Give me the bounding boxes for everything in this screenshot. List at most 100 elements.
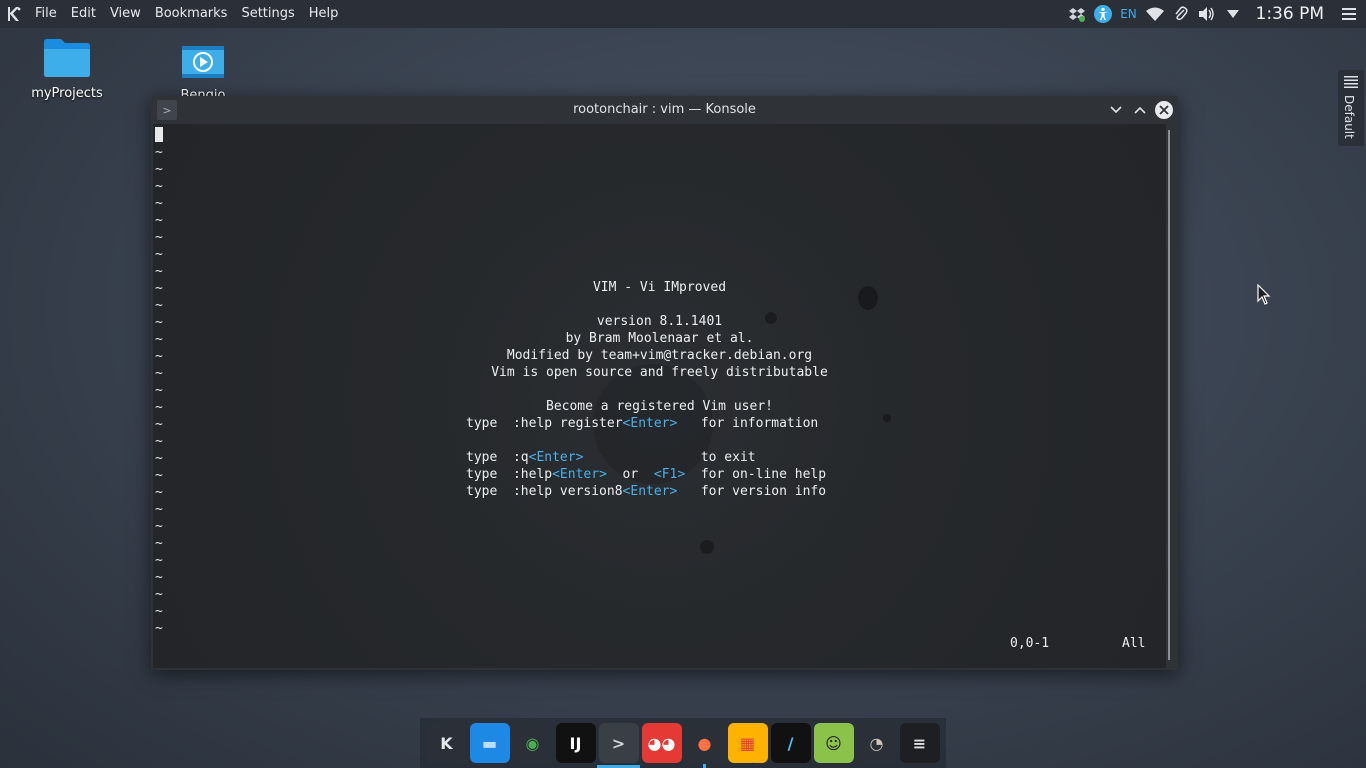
minimize-button[interactable] (1106, 100, 1126, 120)
menubar: File Edit View Bookmarks Settings Help (28, 0, 345, 28)
mouse-pointer-icon (1257, 284, 1271, 305)
chevron-up-icon (1134, 106, 1146, 114)
terminal-view[interactable]: ~ ~ ~ ~ ~ ~ ~ ~ ~ ~ ~ ~ ~ ~ ~ ~ ~ ~ ~ ~ ~ ~ ~ ~ ~ ~ ~ ~ ~ VIM - Vi I… (153, 124, 1166, 668)
terminal-scrollbar[interactable] (1168, 130, 1170, 660)
tilde-marker: ~ (155, 570, 163, 585)
tilde-marker: ~ (155, 264, 163, 279)
menu-settings[interactable]: Settings (234, 0, 301, 28)
activity-panel-tab[interactable]: Default (1338, 70, 1364, 146)
tiles-icon[interactable]: ▦ (727, 723, 768, 763)
tilde-marker: ~ (155, 417, 163, 432)
tilde-marker: ~ (155, 179, 163, 194)
vim-splash-author: by Bram Moolenaar et al. (565, 331, 754, 346)
files-icon[interactable]: ▬ (469, 723, 510, 763)
help-type-word: type (466, 416, 498, 431)
help-key: <F1> (653, 467, 686, 482)
menu-file[interactable]: File (28, 0, 64, 28)
window-titlebar[interactable]: > rootonchair : vim — Konsole (151, 96, 1178, 124)
top-panel: File Edit View Bookmarks Settings Help E… (0, 0, 1366, 28)
clock[interactable]: 1:36 PM (1256, 4, 1325, 24)
running-task-indicator (703, 764, 706, 768)
help-type-word: type (466, 450, 498, 465)
tilde-marker: ~ (155, 230, 163, 245)
chrome-icon[interactable]: ◉ (512, 723, 553, 763)
frog-icon[interactable]: ☺ (813, 723, 854, 763)
help-gap (677, 416, 700, 431)
help-description: for on-line help (700, 467, 827, 482)
close-button[interactable] (1155, 101, 1173, 119)
pen-icon[interactable]: / (770, 723, 811, 763)
menu-edit[interactable]: Edit (64, 0, 103, 28)
tilde-marker: ~ (155, 247, 163, 262)
help-or: or (606, 467, 654, 482)
paperclip-icon[interactable] (1170, 3, 1192, 25)
tilde-marker: ~ (155, 162, 163, 177)
help-key: <Enter> (552, 467, 607, 482)
desktop-icon-bengio[interactable]: Bengio (158, 44, 248, 96)
terminal-icon[interactable]: > (598, 723, 639, 763)
vim-splash-version: version 8.1.1401 (596, 314, 723, 329)
help-gap (677, 484, 700, 499)
tilde-marker: ~ (155, 621, 163, 636)
tilde-marker: ~ (155, 604, 163, 619)
background-splatter (700, 540, 714, 554)
text-cursor (155, 127, 163, 142)
help-command: :help register (512, 416, 623, 431)
vim-scroll-indicator: All (1122, 636, 1146, 651)
chevron-down-icon (1110, 106, 1122, 114)
vim-help-line: type :help register<Enter> for informati… (466, 415, 818, 432)
tilde-marker: ~ (155, 298, 163, 313)
settings-sliders-icon[interactable]: ≡ (899, 723, 940, 763)
menu-bookmarks[interactable]: Bookmarks (148, 0, 235, 28)
tilde-marker: ~ (155, 451, 163, 466)
task-manager-dock: K ▬ ◉ IJ > ◕◕ ● ▦ / ☺ ◔ ≡ (420, 718, 946, 768)
help-gap (685, 467, 701, 482)
help-command: :help (512, 467, 553, 482)
gimp-icon[interactable]: ◔ (856, 723, 897, 763)
help-command: :q (512, 450, 529, 465)
desktop-icon-label: Bengio (180, 88, 226, 96)
video-file-icon (182, 46, 224, 78)
vim-help-line: type :help version8<Enter> for version i… (466, 483, 826, 500)
help-type-word: type (466, 467, 498, 482)
firefox-icon[interactable]: ● (684, 723, 725, 763)
vim-splash-license: Vim is open source and freely distributa… (491, 365, 828, 380)
vim-splash-modified: Modified by team+vim@tracker.debian.org (506, 348, 813, 363)
background-splatter (883, 414, 891, 422)
ghost-icon[interactable]: ◕◕ (641, 723, 682, 763)
activity-label: Default (1342, 95, 1356, 139)
help-description: for information (700, 416, 819, 431)
desktop-icon-myprojects[interactable]: myProjects (22, 38, 112, 101)
tilde-marker: ~ (155, 485, 163, 500)
kde-launcher-icon[interactable] (0, 0, 28, 28)
vim-splash-register-heading: Become a registered Vim user! (546, 399, 773, 414)
help-type-word: type (466, 484, 498, 499)
list-icon (1344, 76, 1358, 88)
volume-icon[interactable] (1196, 3, 1218, 25)
wifi-icon[interactable] (1144, 3, 1166, 25)
menu-help[interactable]: Help (302, 0, 346, 28)
tilde-marker: ~ (155, 519, 163, 534)
language-indicator[interactable]: EN (1118, 3, 1140, 25)
tilde-marker: ~ (155, 553, 163, 568)
help-key: <Enter> (622, 416, 678, 431)
intellij-icon[interactable]: IJ (555, 723, 596, 763)
vim-cursor-position: 0,0-1 (1010, 636, 1050, 651)
tilde-marker: ~ (155, 196, 163, 211)
expand-arrow-icon[interactable] (1222, 3, 1244, 25)
maximize-button[interactable] (1130, 100, 1150, 120)
hamburger-menu-icon[interactable] (1338, 3, 1360, 25)
help-key: <Enter> (622, 484, 678, 499)
dropbox-icon[interactable] (1066, 3, 1088, 25)
konsole-window: > rootonchair : vim — Konsole ~ ~ ~ ~ ~ ~ ~ ~ ~ ~… (151, 96, 1178, 670)
help-command: :help version8 (512, 484, 623, 499)
tilde-marker: ~ (155, 502, 163, 517)
kde-icon[interactable]: K (426, 723, 467, 763)
accessibility-icon[interactable] (1092, 3, 1114, 25)
tilde-marker: ~ (155, 383, 163, 398)
help-key: <Enter> (528, 450, 584, 465)
vim-splash-title: VIM - Vi IMproved (592, 280, 727, 295)
help-description: for version info (700, 484, 827, 499)
menu-view[interactable]: View (103, 0, 148, 28)
tilde-marker: ~ (155, 434, 163, 449)
